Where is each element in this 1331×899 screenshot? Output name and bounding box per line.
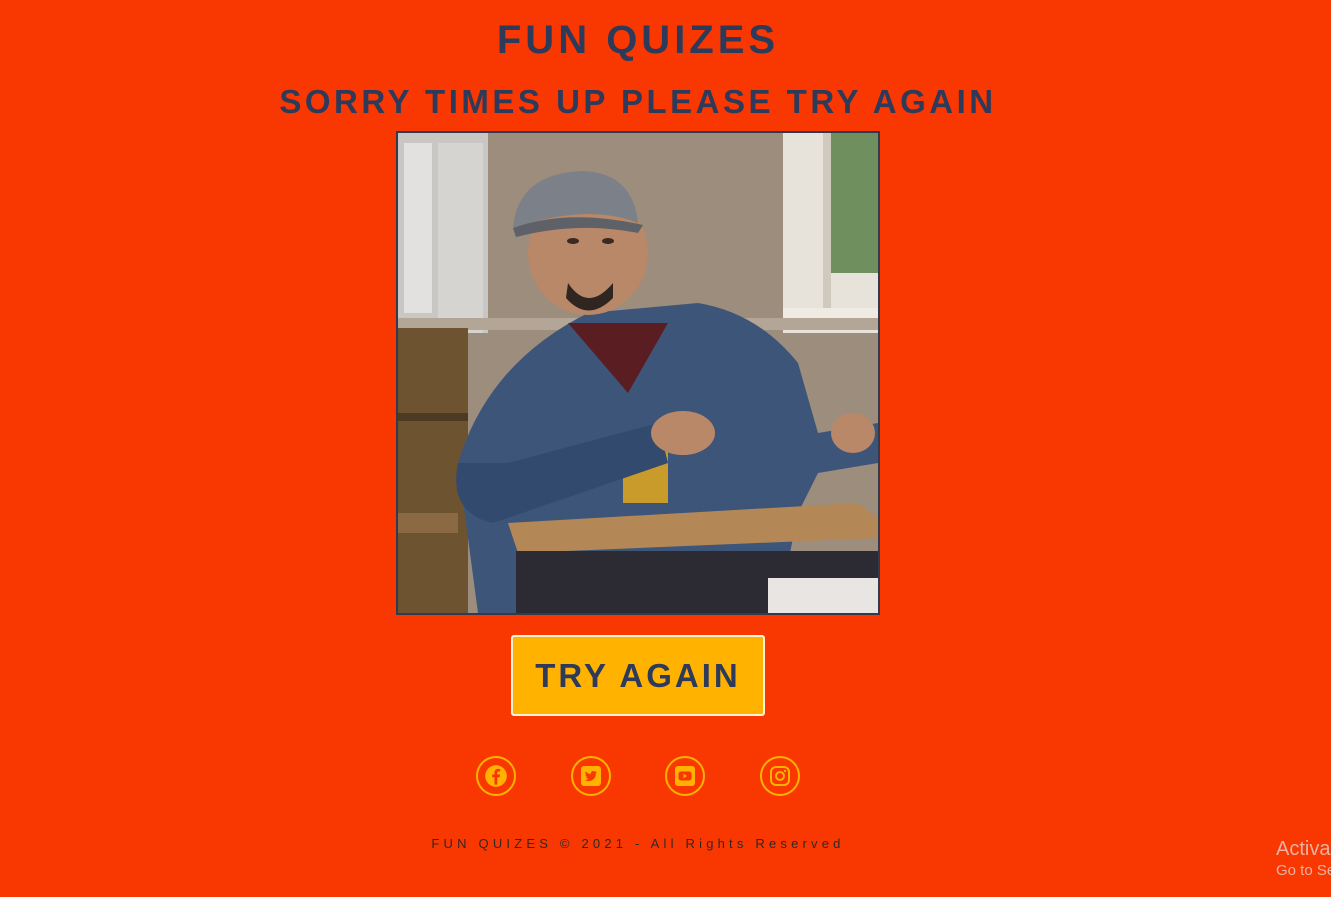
youtube-icon [675, 766, 695, 786]
facebook-icon [485, 765, 507, 787]
youtube-link[interactable] [665, 756, 705, 796]
windows-activation-watermark: Activa Go to Se [1276, 838, 1331, 879]
twitter-icon [581, 766, 601, 786]
instagram-link[interactable] [760, 756, 800, 796]
site-title: FUN QUIZES [496, 18, 780, 62]
page: FUN QUIZES SORRY TIMES UP PLEASE TRY AGA… [0, 0, 1331, 899]
facebook-link[interactable] [476, 756, 516, 796]
activation-line-1: Activa [1276, 838, 1331, 860]
times-up-message: SORRY TIMES UP PLEASE TRY AGAIN [279, 83, 997, 120]
reaction-gif-illustration [398, 133, 878, 613]
reaction-gif [396, 131, 880, 615]
twitter-link[interactable] [571, 756, 611, 796]
activation-line-2: Go to Se [1276, 862, 1331, 879]
try-again-button[interactable]: TRY AGAIN [511, 635, 765, 716]
footer-copyright: FUN QUIZES © 2021 - All Rights Reserved [431, 836, 845, 851]
instagram-icon [770, 766, 790, 786]
